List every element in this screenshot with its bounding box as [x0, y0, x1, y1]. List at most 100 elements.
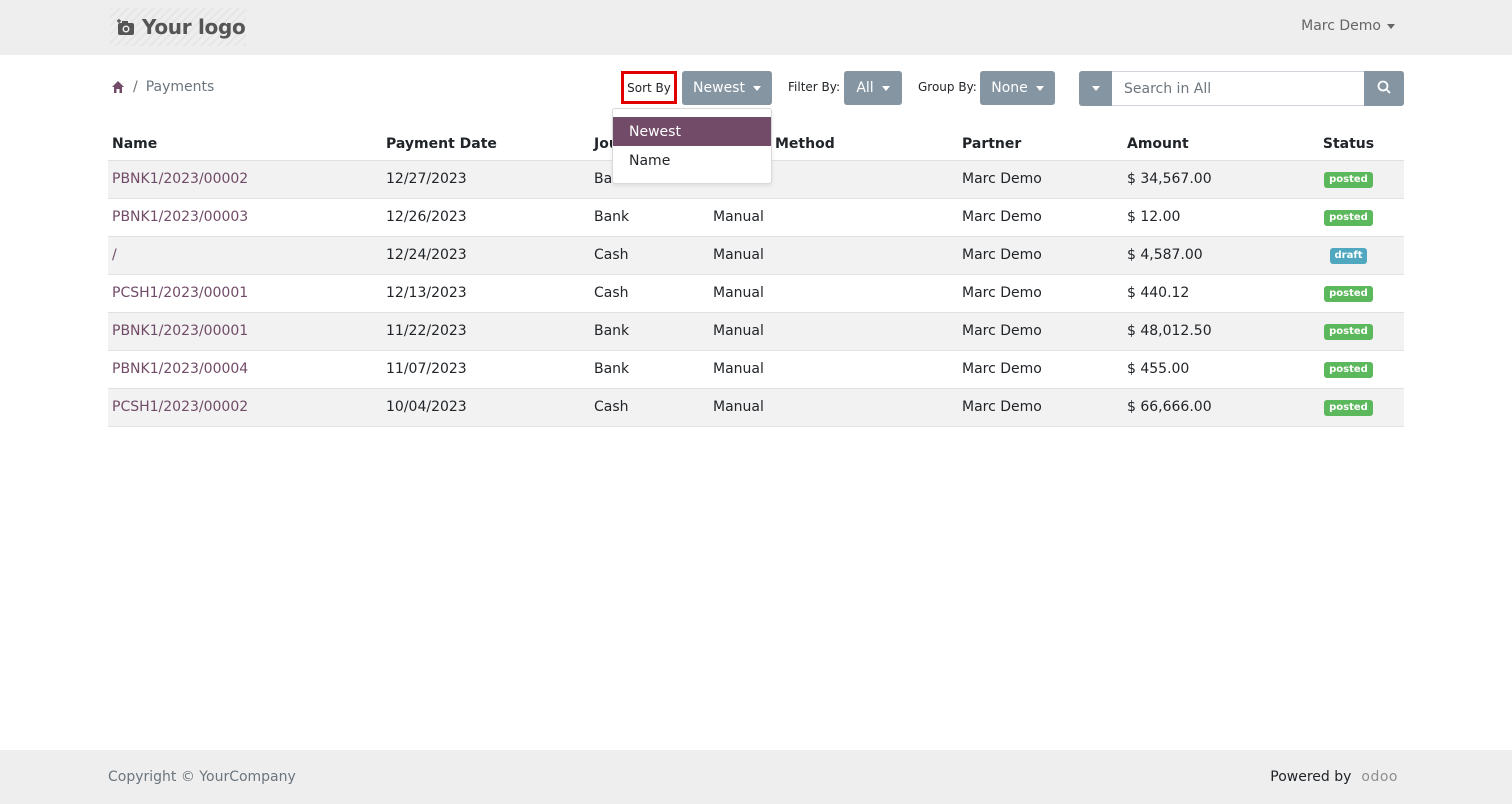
cell-name[interactable]: PBNK1/2023/00001	[108, 312, 382, 351]
camera-icon	[116, 18, 136, 36]
copyright-text: Copyright © YourCompany	[108, 769, 296, 785]
cell-payment-date: 12/13/2023	[382, 274, 590, 313]
cell-amount: $ 455.00	[1123, 350, 1293, 389]
filter-value: All	[856, 80, 874, 96]
cell-partner: Marc Demo	[958, 160, 1123, 199]
cell-journal: Bank	[590, 198, 709, 237]
cell-amount: $ 34,567.00	[1123, 160, 1293, 199]
sort-dropdown-button[interactable]: Newest	[682, 71, 772, 105]
group-value: None	[991, 80, 1028, 96]
cell-partner: Marc Demo	[958, 350, 1123, 389]
cell-amount: $ 440.12	[1123, 274, 1293, 313]
cell-name[interactable]: PBNK1/2023/00002	[108, 160, 382, 199]
group-by-label: Group By:	[918, 80, 977, 94]
cell-payment-date: 12/27/2023	[382, 160, 590, 199]
sort-option-name[interactable]: Name	[613, 146, 771, 175]
cell-partner: Marc Demo	[958, 274, 1123, 313]
cell-amount: $ 66,666.00	[1123, 388, 1293, 427]
odoo-logo[interactable]: odoo	[1361, 769, 1398, 785]
sort-value: Newest	[693, 80, 745, 96]
status-badge: posted	[1324, 362, 1373, 378]
cell-amount: $ 48,012.50	[1123, 312, 1293, 351]
cell-payment-date: 12/26/2023	[382, 198, 590, 237]
sort-by-label: Sort By	[621, 71, 677, 104]
breadcrumb-separator: /	[133, 79, 138, 95]
cell-payment-method: Manual	[709, 350, 958, 389]
caret-down-icon	[1387, 23, 1395, 29]
logo-text: Your logo	[142, 15, 246, 39]
cell-name[interactable]: PBNK1/2023/00004	[108, 350, 382, 389]
powered-by-text: Powered by	[1270, 769, 1352, 785]
filter-dropdown-button[interactable]: All	[844, 71, 902, 105]
group-dropdown-button[interactable]: None	[980, 71, 1055, 105]
column-header-amount[interactable]: Amount	[1123, 129, 1293, 161]
cell-name[interactable]: /	[108, 236, 382, 275]
user-name: Marc Demo	[1301, 18, 1381, 34]
cell-partner: Marc Demo	[958, 312, 1123, 351]
top-navbar: Your logo Marc Demo	[0, 0, 1512, 55]
search-icon	[1377, 80, 1391, 98]
breadcrumb-current: Payments	[145, 79, 215, 95]
status-badge: draft	[1329, 248, 1368, 264]
sort-by-label-text: Sort By	[627, 80, 671, 95]
table-row[interactable]: PBNK1/2023/00004 11/07/2023 Bank Manual Marc…	[108, 350, 1404, 389]
caret-down-icon	[1035, 85, 1044, 91]
search-input[interactable]	[1112, 71, 1364, 106]
sort-option-newest[interactable]: Newest	[613, 117, 771, 146]
cell-payment-method: Manual	[709, 274, 958, 313]
cell-status: posted	[1293, 160, 1404, 199]
cell-status: posted	[1293, 312, 1404, 351]
cell-payment-date: 11/22/2023	[382, 312, 590, 351]
cell-status: posted	[1293, 388, 1404, 427]
cell-status: posted	[1293, 274, 1404, 313]
column-header-name[interactable]: Name	[108, 129, 382, 161]
cell-journal: Cash	[590, 236, 709, 275]
status-badge: posted	[1324, 286, 1373, 302]
cell-journal: Bank	[590, 350, 709, 389]
table-row[interactable]: /12/24/2023 Cash Manual Marc Demo $ 4,587.00…	[108, 236, 1404, 275]
status-badge: posted	[1324, 210, 1373, 226]
column-header-partner[interactable]: Partner	[958, 129, 1123, 161]
cell-payment-date: 11/07/2023	[382, 350, 590, 389]
cell-payment-date: 10/04/2023	[382, 388, 590, 427]
cell-partner: Marc Demo	[958, 236, 1123, 275]
search-button[interactable]	[1364, 71, 1404, 106]
cell-journal: Cash	[590, 388, 709, 427]
cell-journal: Cash	[590, 274, 709, 313]
cell-name[interactable]: PCSH1/2023/00002	[108, 388, 382, 427]
cell-name[interactable]: PCSH1/2023/00001	[108, 274, 382, 313]
table-row[interactable]: PBNK1/2023/00003 12/26/2023 Bank Manual Marc…	[108, 198, 1404, 237]
table-row[interactable]: PCSH1/2023/00001 12/13/2023 Cash Manual Marc…	[108, 274, 1404, 313]
powered-by: Powered by odoo	[1270, 769, 1398, 785]
cell-name[interactable]: PBNK1/2023/00003	[108, 198, 382, 237]
filter-by-label: Filter By:	[788, 80, 841, 94]
cell-partner: Marc Demo	[958, 198, 1123, 237]
cell-payment-method: Manual	[709, 198, 958, 237]
table-row[interactable]: PBNK1/2023/00001 11/22/2023 Bank Manual Marc…	[108, 312, 1404, 351]
cell-partner: Marc Demo	[958, 388, 1123, 427]
status-badge: posted	[1324, 324, 1373, 340]
cell-payment-method: Manual	[709, 236, 958, 275]
company-logo[interactable]: Your logo	[110, 8, 246, 46]
cell-status: posted	[1293, 198, 1404, 237]
cell-amount: $ 4,587.00	[1123, 236, 1293, 275]
user-menu[interactable]: Marc Demo	[1301, 18, 1395, 34]
cell-payment-date: 12/24/2023	[382, 236, 590, 275]
status-badge: posted	[1324, 400, 1373, 416]
cell-payment-method: Manual	[709, 388, 958, 427]
cell-journal: Bank	[590, 312, 709, 351]
column-header-status[interactable]: Status	[1293, 129, 1404, 161]
cell-status: draft	[1293, 236, 1404, 275]
cell-amount: $ 12.00	[1123, 198, 1293, 237]
footer: Copyright © YourCompany Powered by odoo	[0, 750, 1512, 804]
search-group	[1079, 71, 1404, 106]
table-row[interactable]: PCSH1/2023/00002 10/04/2023 Cash Manual Marc…	[108, 388, 1404, 427]
home-icon[interactable]	[111, 80, 125, 94]
caret-down-icon	[1091, 86, 1100, 91]
sort-dropdown-menu: Newest Name	[612, 108, 772, 184]
cell-payment-method: Manual	[709, 312, 958, 351]
caret-down-icon	[752, 85, 761, 91]
column-header-payment-date[interactable]: Payment Date	[382, 129, 590, 161]
search-options-toggle[interactable]	[1079, 71, 1112, 106]
breadcrumb: / Payments	[111, 79, 214, 95]
